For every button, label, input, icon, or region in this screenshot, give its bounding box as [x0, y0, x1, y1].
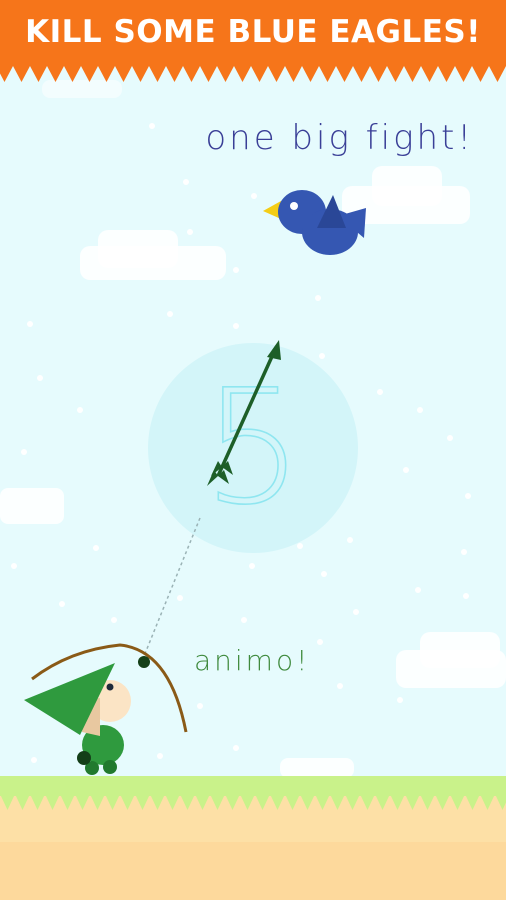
blue-eagle[interactable] — [263, 190, 366, 255]
archer-hand — [77, 751, 91, 765]
arrow-shaft — [216, 351, 276, 477]
game-stage[interactable]: KILL SOME BLUE EAGLES! one big fight! 5 — [0, 0, 506, 900]
arrowhead-icon — [267, 340, 281, 360]
archer-drawing-hand — [138, 656, 150, 668]
archer-eye — [106, 683, 114, 691]
arrow-fletching — [207, 470, 218, 486]
aim-line — [139, 517, 201, 667]
archer-foot — [103, 760, 117, 774]
eagle-eye — [290, 202, 298, 210]
game-sprites — [0, 190, 506, 900]
archer[interactable] — [24, 643, 188, 775]
ground — [0, 776, 506, 900]
grass — [0, 776, 506, 796]
flying-arrow — [207, 340, 281, 486]
encouragement-message: animo! — [194, 644, 311, 677]
